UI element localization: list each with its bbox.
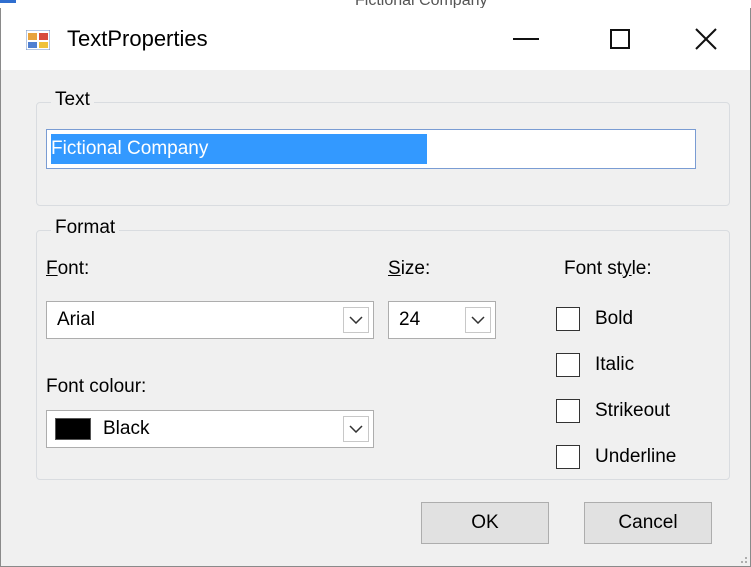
underline-checkbox[interactable] xyxy=(556,445,580,469)
close-button[interactable] xyxy=(661,8,751,70)
ok-button[interactable]: OK xyxy=(421,502,549,544)
size-label-rest: ize: xyxy=(400,258,431,279)
chevron-down-icon xyxy=(349,316,363,324)
colour-swatch xyxy=(55,418,91,440)
format-group-title: Format xyxy=(51,217,120,239)
font-style-label-accel: y xyxy=(622,258,632,279)
minimize-button[interactable] xyxy=(481,8,571,70)
window-title: TextProperties xyxy=(67,26,208,51)
font-dropdown-button[interactable] xyxy=(343,307,369,333)
app-icon xyxy=(26,30,50,50)
size-combobox[interactable]: 24 xyxy=(388,301,496,339)
font-combobox[interactable]: Arial xyxy=(46,301,374,339)
strikeout-label[interactable]: Strikeout xyxy=(595,400,670,422)
font-colour-value: Black xyxy=(103,418,150,439)
strikeout-checkbox[interactable] xyxy=(556,399,580,423)
text-input-value: Fictional Company xyxy=(51,134,427,164)
resize-grip-icon[interactable] xyxy=(736,552,748,564)
minimize-icon xyxy=(513,38,539,40)
close-icon xyxy=(695,28,717,50)
font-label: Font: xyxy=(46,258,89,280)
text-group-title: Text xyxy=(51,89,94,111)
chevron-down-icon xyxy=(471,316,485,324)
size-dropdown-button[interactable] xyxy=(465,307,491,333)
text-input[interactable]: Fictional Company xyxy=(46,129,696,169)
chevron-down-icon xyxy=(349,425,363,433)
font-style-label-pre: Font st xyxy=(564,258,623,279)
colour-dropdown-button[interactable] xyxy=(343,416,369,442)
size-value: 24 xyxy=(399,309,421,330)
font-style-label: Font style: xyxy=(564,258,652,280)
bold-checkbox[interactable] xyxy=(556,307,580,331)
size-label: Size: xyxy=(388,258,430,280)
background-text: Fictional Company xyxy=(355,0,488,8)
cancel-button[interactable]: Cancel xyxy=(584,502,712,544)
font-style-label-post: le: xyxy=(631,258,652,279)
maximize-button[interactable] xyxy=(575,8,665,70)
maximize-icon xyxy=(610,29,630,49)
size-label-accel: S xyxy=(388,258,401,279)
italic-label[interactable]: Italic xyxy=(595,354,634,376)
font-value: Arial xyxy=(57,309,96,330)
font-colour-label: Font colour: xyxy=(46,376,147,397)
italic-checkbox[interactable] xyxy=(556,353,580,377)
background-window-strip: Fictional Company xyxy=(0,0,751,8)
bold-label[interactable]: Bold xyxy=(595,308,633,330)
background-accent xyxy=(0,0,16,3)
title-bar[interactable]: TextProperties xyxy=(1,8,750,70)
underline-label[interactable]: Underline xyxy=(595,446,676,468)
font-label-accel: F xyxy=(46,258,58,279)
font-label-rest: ont: xyxy=(57,258,90,279)
font-colour-combobox[interactable]: Black xyxy=(46,410,374,448)
